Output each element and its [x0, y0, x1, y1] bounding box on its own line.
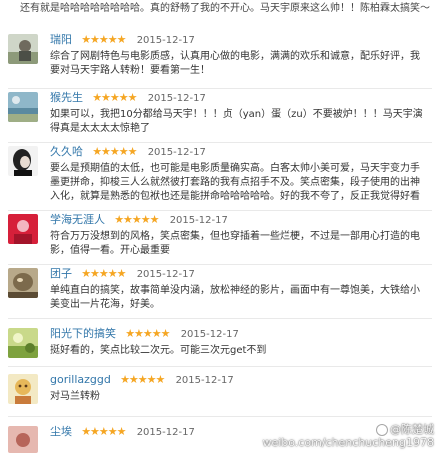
review-item: 瑞阳 ★★★★★ 2015-12-17 综合了网剧特色与电影质感，认真用心做的电… [0, 32, 440, 90]
review-date: 2015-12-17 [169, 215, 228, 226]
avatar[interactable] [8, 214, 38, 244]
avatar-image-icon [8, 268, 38, 298]
weibo-watermark: @陈楚城 weibo.com/chenchucheng1978 [262, 423, 434, 449]
review-text: 对马兰转粉 [50, 391, 100, 402]
divider [8, 318, 432, 319]
review-text: 要么是预期值的太低，也可能是电影质量确实高。白客太帅小美可爱，马天宇变力手墨更拼… [50, 163, 420, 202]
review-date: 2015-12-17 [180, 329, 239, 340]
avatar-image-icon [8, 214, 38, 244]
review-username[interactable]: gorillazggd [50, 373, 111, 386]
review-text: 单纯直白的搞笑，故事简单没内涵，放松神经的影片，画面中有一尊饱美，大铁给小美变出… [50, 285, 420, 310]
review-item: 猴先生 ★★★★★ 2015-12-17 如果可以，我把10分都给马天宇！！！贞… [0, 90, 440, 146]
review-date: 2015-12-17 [147, 93, 206, 104]
review-item: gorillazggd ★★★★★ 2015-12-17 对马兰转粉 [0, 372, 440, 418]
divider [8, 264, 432, 265]
review-item: 团子 ★★★★★ 2015-12-17 单纯直白的搞笑，故事简单没内涵，放松神经… [0, 266, 440, 318]
avatar-image-icon [8, 374, 38, 404]
previous-review-tail: 还有就是哈哈哈哈哈哈哈哈。真的舒畅了我的不开心。马天宇原来这么帅！！陈柏霖太搞笑… [20, 3, 430, 14]
divider [8, 210, 432, 211]
avatar-image-icon [8, 146, 38, 176]
review-item: 学海无涯人 ★★★★★ 2015-12-17 符合万万没想到的风格，笑点密集，但… [0, 212, 440, 264]
review-username[interactable]: 久久哈 [50, 145, 83, 158]
avatar-image-icon [8, 426, 38, 453]
avatar[interactable] [8, 374, 38, 404]
rating-stars: ★★★★★ [114, 213, 159, 226]
avatar[interactable] [8, 426, 38, 453]
review-date: 2015-12-17 [136, 35, 195, 46]
avatar[interactable] [8, 92, 38, 122]
review-text: 符合万万没想到的风格，笑点密集，但也穿插着一些烂梗，不过是一部用心打造的电影，值… [50, 231, 420, 256]
review-text: 综合了网剧特色与电影质感，认真用心做的电影，满满的欢乐和诚意，配乐好评，我要对马… [50, 51, 420, 76]
rating-stars: ★★★★★ [81, 425, 126, 438]
divider [8, 142, 432, 143]
rating-stars: ★★★★★ [125, 327, 170, 340]
review-username[interactable]: 学海无涯人 [50, 213, 105, 226]
review-username[interactable]: 尘埃 [50, 425, 72, 438]
avatar-image-icon [8, 328, 38, 358]
review-username[interactable]: 瑞阳 [50, 33, 72, 46]
review-date: 2015-12-17 [147, 147, 206, 158]
review-username[interactable]: 猴先生 [50, 91, 83, 104]
review-username[interactable]: 团子 [50, 267, 72, 280]
review-username[interactable]: 阳光下的搞笑 [50, 327, 116, 340]
review-item: 阳光下的搞笑 ★★★★★ 2015-12-17 挺好看的，笑点比较二次元。可能三… [0, 326, 440, 366]
divider [8, 366, 432, 367]
divider [8, 416, 432, 417]
review-item: 久久哈 ★★★★★ 2015-12-17 要么是预期值的太低，也可能是电影质量确… [0, 144, 440, 208]
review-text: 挺好看的，笑点比较二次元。可能三次元get不到 [50, 345, 267, 356]
avatar[interactable] [8, 146, 38, 176]
rating-stars: ★★★★★ [92, 91, 137, 104]
review-text: 如果可以，我把10分都给马天宇！！！贞（yan）蛋（zu）不要被炉！！！马天宇演… [50, 109, 423, 134]
rating-stars: ★★★★★ [81, 33, 126, 46]
avatar[interactable] [8, 34, 38, 64]
avatar-image-icon [8, 34, 38, 64]
review-date: 2015-12-17 [175, 375, 234, 386]
avatar[interactable] [8, 328, 38, 358]
watermark-url: weibo.com/chenchucheng1978 [262, 436, 434, 449]
review-date: 2015-12-17 [136, 269, 195, 280]
review-date: 2015-12-17 [136, 427, 195, 438]
avatar-image-icon [8, 92, 38, 122]
divider [8, 88, 432, 89]
rating-stars: ★★★★★ [81, 267, 126, 280]
weibo-logo-icon [376, 424, 388, 436]
avatar[interactable] [8, 268, 38, 298]
watermark-handle: @陈楚城 [390, 423, 434, 436]
rating-stars: ★★★★★ [92, 145, 137, 158]
rating-stars: ★★★★★ [120, 373, 165, 386]
